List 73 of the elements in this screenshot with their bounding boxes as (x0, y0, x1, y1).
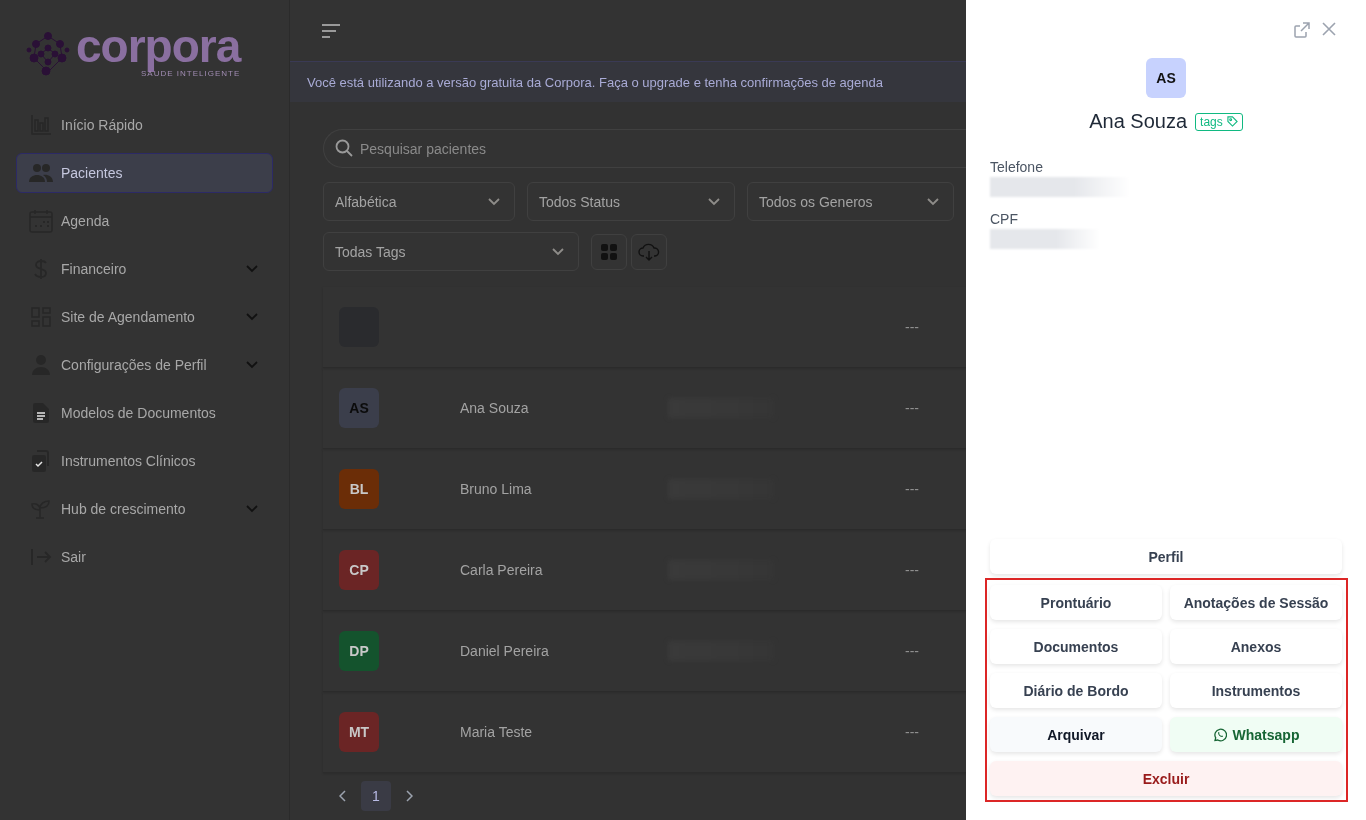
sidebar-item[interactable]: Hub de crescimento (16, 489, 273, 529)
clipboard-check-icon (32, 450, 50, 472)
sidebar-item[interactable]: Financeiro (16, 249, 273, 289)
last-session-value: --- (905, 724, 919, 740)
logo-icon (26, 32, 70, 76)
last-session-value: --- (905, 400, 919, 416)
patient-name: Carla Pereira (460, 562, 544, 578)
cloud-download-icon (638, 242, 660, 261)
last-session-value: --- (905, 643, 919, 659)
sidebar-item[interactable]: Pacientes (16, 153, 273, 193)
patient-name: Ana Souza (460, 400, 530, 416)
profile-button[interactable]: Perfil (990, 539, 1342, 574)
patient-avatar: MT (339, 712, 379, 752)
action-button[interactable]: Anotações de Sessão (1170, 585, 1342, 620)
chevron-down-icon (246, 313, 258, 321)
patient-avatar: CP (339, 550, 379, 590)
page-button[interactable]: 1 (361, 781, 391, 811)
grid-icon (601, 243, 617, 260)
patient-name: Maria Teste (460, 724, 534, 740)
action-button[interactable]: Documentos (990, 629, 1162, 664)
action-button[interactable]: Diário de Bordo (990, 673, 1162, 708)
search-icon (335, 139, 353, 157)
patient-name: Daniel Pereira (460, 643, 550, 659)
last-session-value: --- (905, 481, 919, 497)
sidebar-item[interactable]: Início Rápido (16, 105, 273, 145)
download-button[interactable] (631, 233, 667, 270)
upgrade-banner-text: Você está utilizando a versão gratuita da Corpora. Faça o upgrade e tenha confirmações de agenda (307, 74, 883, 90)
sidebar-item[interactable]: Modelos de Documentos (16, 393, 273, 433)
whatsapp-icon (1212, 727, 1227, 742)
patient-row[interactable]: --- (323, 287, 966, 368)
sidebar-item[interactable]: Sair (16, 537, 273, 577)
sidebar-item[interactable]: Instrumentos Clínicos (16, 441, 273, 481)
close-icon[interactable] (1322, 22, 1336, 36)
filter-dropdown[interactable]: Todos Status (527, 182, 735, 221)
grid-view-button[interactable] (591, 233, 627, 270)
tag-icon (1226, 116, 1238, 127)
filter-dropdown[interactable]: Todos os Generos (747, 182, 954, 221)
patient-row[interactable]: MT Maria Teste --- (323, 692, 966, 773)
field-label: Telefone (990, 159, 1044, 175)
chevron-down-icon (246, 265, 258, 273)
patient-avatar: AS (339, 388, 379, 428)
users-icon (29, 163, 53, 183)
patient-name: Ana Souza (1089, 110, 1188, 133)
menu-icon[interactable] (321, 22, 341, 39)
action-button[interactable]: Prontuário (990, 585, 1162, 620)
action-button[interactable]: Anexos (1170, 629, 1342, 664)
chevron-right-icon[interactable] (405, 790, 413, 802)
chevron-down-icon (552, 247, 564, 256)
chevron-down-icon (488, 197, 500, 206)
chevron-down-icon (927, 197, 939, 206)
search-field[interactable]: Pesquisar pacientes (323, 129, 966, 168)
sidebar-item[interactable]: Agenda (16, 201, 273, 241)
action-button[interactable]: Excluir (990, 761, 1342, 796)
action-button[interactable]: Arquivar (990, 717, 1162, 752)
last-session-value: --- (905, 562, 919, 578)
patient-avatar: AS (1146, 58, 1186, 98)
filter-dropdown[interactable]: Todas Tags (323, 232, 579, 271)
chevron-down-icon (246, 505, 258, 513)
sidebar-item[interactable]: Site de Agendamento (16, 297, 273, 337)
chevron-down-icon (708, 197, 720, 206)
last-session-value: --- (905, 319, 919, 335)
whatsapp-button[interactable]: Whatsapp (1170, 717, 1342, 752)
chevron-left-icon[interactable] (339, 790, 347, 802)
patient-avatar: BL (339, 469, 379, 509)
document-icon (33, 403, 49, 423)
patient-avatar: DP (339, 631, 379, 671)
action-button[interactable]: Instrumentos (1170, 673, 1342, 708)
patient-name: Bruno Lima (460, 481, 533, 497)
chevron-down-icon (246, 361, 258, 369)
external-link-icon[interactable] (1294, 22, 1310, 38)
field-label: CPF (990, 211, 1019, 227)
sidebar-item[interactable]: Configurações de Perfil (16, 345, 273, 385)
filter-dropdown[interactable]: Alfabética (323, 182, 515, 221)
